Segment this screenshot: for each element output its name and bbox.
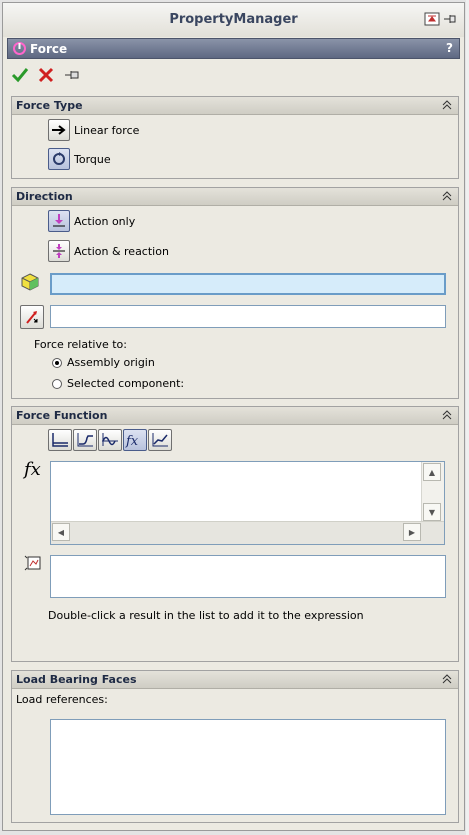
harmonic-function-icon[interactable]	[98, 429, 122, 451]
radio-checked[interactable]	[52, 357, 62, 368]
direction-group: Direction Action only Action & reaction …	[11, 187, 459, 399]
scroll-up-icon[interactable]: ▲	[423, 463, 441, 481]
collapse-chevron-icon[interactable]	[442, 410, 452, 420]
action-reaction-icon[interactable]	[48, 240, 70, 262]
assembly-origin-label: Assembly origin	[67, 356, 155, 369]
property-manager-titlebar: PropertyManager	[3, 3, 464, 37]
cancel-x-icon[interactable]	[37, 66, 55, 84]
action-reaction-option[interactable]: Action & reaction	[48, 240, 169, 262]
scroll-left-icon[interactable]: ◀	[52, 523, 70, 541]
direction-title: Direction	[16, 190, 73, 203]
feature-title: Force	[30, 42, 68, 56]
load-bearing-faces-group: Load Bearing Faces Load references:	[11, 670, 459, 823]
scroll-right-icon[interactable]: ▶	[403, 523, 421, 541]
pin-panel-icon[interactable]	[442, 11, 458, 27]
collapse-chevron-icon[interactable]	[442, 191, 452, 201]
vertical-scrollbar[interactable]: ▲ ▼	[421, 462, 444, 522]
data-points-function-icon[interactable]	[148, 429, 172, 451]
scroll-down-icon[interactable]: ▼	[423, 503, 441, 521]
feature-header: Force ?	[7, 38, 460, 59]
fx-symbol-text: fx	[24, 459, 41, 480]
selected-component-label: Selected component:	[67, 377, 185, 390]
component-cube-icon	[20, 272, 40, 295]
force-function-title: Force Function	[16, 409, 108, 422]
action-only-label: Action only	[74, 214, 136, 228]
collapse-chevron-icon[interactable]	[442, 674, 452, 684]
reverse-direction-icon[interactable]	[20, 305, 44, 329]
action-only-icon[interactable]	[48, 210, 70, 232]
force-function-header[interactable]: Force Function	[12, 407, 458, 425]
collapse-panel-icon[interactable]	[424, 11, 440, 27]
step-function-icon[interactable]	[73, 429, 97, 451]
panel-title: PropertyManager	[169, 12, 298, 27]
force-type-title: Force Type	[16, 99, 83, 112]
force-function-group: Force Function fx fx ▲ ▼ ◀ ▶ Double-clic…	[11, 406, 459, 662]
expression-editor[interactable]: ▲ ▼ ◀ ▶	[50, 461, 445, 545]
help-button[interactable]: ?	[446, 41, 453, 55]
force-relative-label: Force relative to:	[34, 338, 127, 351]
push-pin-icon[interactable]	[63, 66, 81, 84]
action-only-option[interactable]: Action only	[48, 210, 135, 232]
torque-option[interactable]: Torque	[48, 148, 111, 170]
svg-text:fx: fx	[125, 434, 139, 448]
force-type-group: Force Type Linear force Torque	[11, 96, 459, 179]
direction-header[interactable]: Direction	[12, 188, 458, 206]
radio-unchecked[interactable]	[52, 378, 62, 389]
expression-hint-text: Double-click a result in the list to add…	[48, 609, 364, 622]
results-list-box[interactable]	[50, 555, 446, 598]
linear-force-arrow-icon[interactable]	[48, 119, 70, 141]
collapse-chevron-icon[interactable]	[442, 100, 452, 110]
linear-force-option[interactable]: Linear force	[48, 119, 139, 141]
load-references-box[interactable]	[50, 719, 446, 815]
expression-function-icon[interactable]: fx	[123, 429, 147, 451]
selected-component-radio[interactable]: Selected component:	[52, 377, 184, 390]
torque-label: Torque	[74, 152, 111, 166]
constant-function-icon[interactable]	[48, 429, 72, 451]
load-bearing-faces-title: Load Bearing Faces	[16, 673, 137, 686]
force-feature-icon	[12, 41, 27, 56]
ok-checkmark-icon[interactable]	[11, 66, 29, 84]
linear-force-label: Linear force	[74, 123, 140, 137]
load-bearing-faces-header[interactable]: Load Bearing Faces	[12, 671, 458, 689]
action-reaction-label: Action & reaction	[74, 244, 169, 258]
assembly-origin-radio[interactable]: Assembly origin	[52, 356, 155, 369]
force-type-header[interactable]: Force Type	[12, 97, 458, 115]
load-references-label: Load references:	[16, 693, 108, 706]
fx-symbol-label: fx	[24, 459, 41, 480]
results-list-icon	[24, 555, 42, 576]
direction-reference-box[interactable]	[50, 305, 446, 328]
function-type-buttons: fx	[48, 429, 172, 451]
horizontal-scrollbar[interactable]: ◀ ▶	[51, 521, 444, 544]
property-manager-panel: PropertyManager Force ? Force Type Linea…	[2, 2, 465, 831]
torque-circle-icon[interactable]	[48, 148, 70, 170]
component-selection-box[interactable]	[50, 273, 446, 295]
